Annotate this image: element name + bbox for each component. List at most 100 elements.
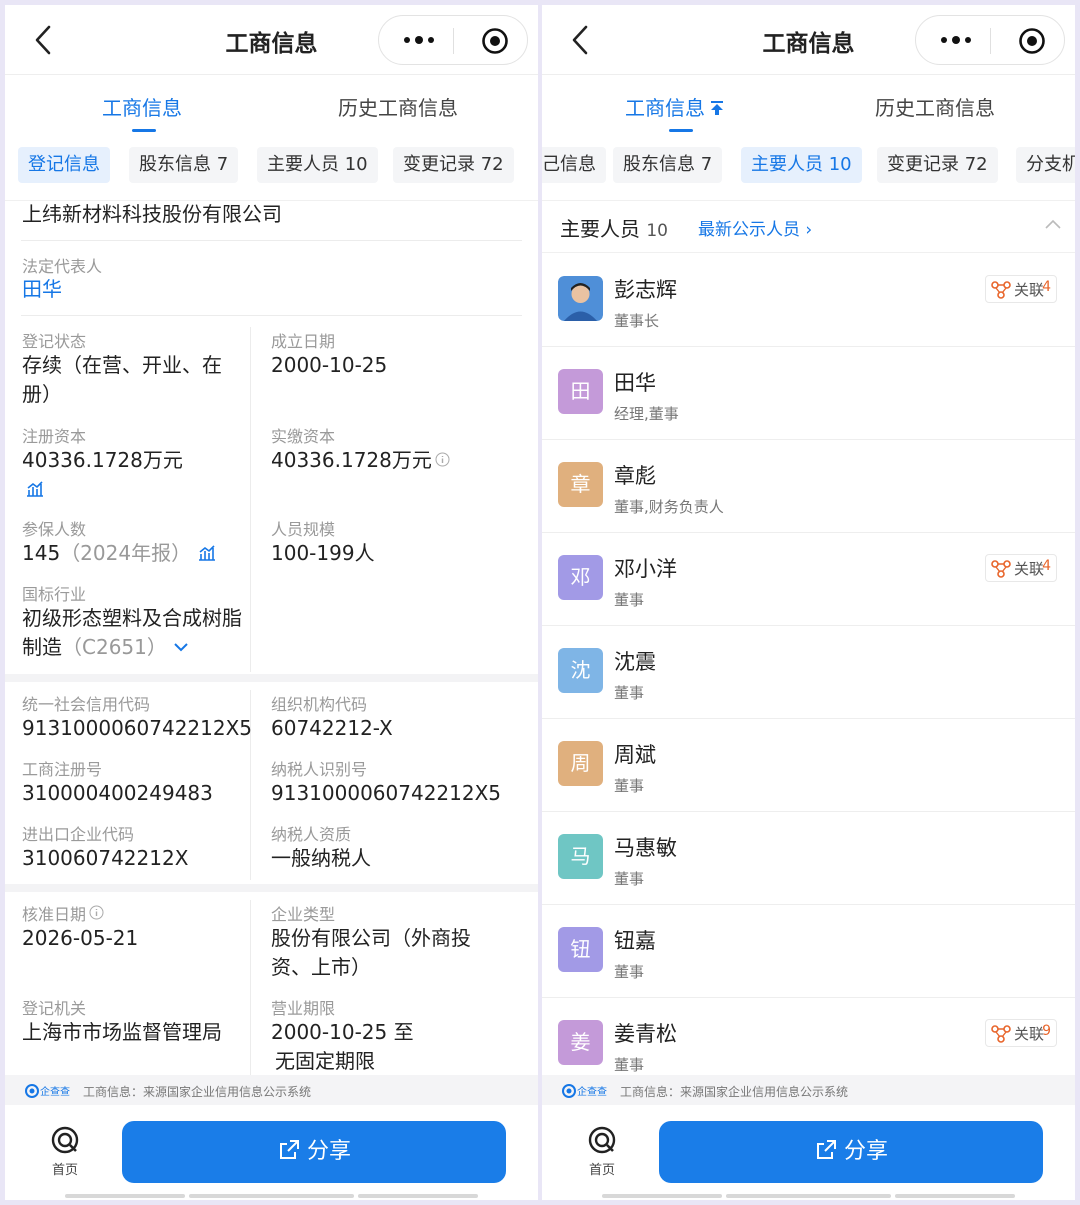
staff-size-label: 人员规模	[271, 520, 336, 539]
close-miniprogram-icon[interactable]	[1018, 27, 1046, 55]
person-name[interactable]: 田华	[614, 367, 656, 397]
chip-registration[interactable]: 登记信息	[18, 147, 110, 183]
scroll-indicator	[189, 1194, 354, 1198]
biz-term-label: 营业期限	[271, 999, 336, 1018]
relation-tag[interactable]: 关联 4	[985, 554, 1057, 582]
trend-chart-icon[interactable]	[197, 544, 217, 562]
sub-tab-chips: 登记信息 股东信息 7 主要人员 10 变更记录 72	[5, 137, 538, 201]
chip-shareholders[interactable]: 股东信息 7	[129, 147, 239, 183]
biz-term-line2: 无固定期限	[275, 1049, 375, 1073]
info-icon[interactable]	[435, 452, 450, 467]
relation-count: 4	[1042, 558, 1051, 574]
name-avatar: 邓	[558, 555, 603, 600]
approval-date-label: 核准日期	[22, 901, 104, 925]
reg-capital-label: 注册资本	[22, 427, 87, 446]
org-code-value: 60742212-X	[271, 716, 393, 740]
person-role: 董事	[614, 591, 645, 609]
home-logo-icon	[588, 1126, 616, 1154]
person-role: 董事长	[614, 312, 660, 330]
right-panel: 工商信息 工商信息 历史工商信息 己信息 股东信息 7 主要人员 10 变更记录…	[542, 5, 1075, 1200]
industry-label: 国标行业	[22, 585, 87, 604]
industry-line2: 制造（C2651）	[22, 633, 189, 662]
share-button[interactable]: 分享	[122, 1121, 506, 1183]
person-role: 董事	[614, 963, 645, 981]
chip-shareholders[interactable]: 股东信息 7	[613, 147, 723, 183]
person-row[interactable]: 周周斌 董事	[542, 719, 1075, 812]
person-name[interactable]: 马惠敏	[614, 832, 677, 862]
person-name[interactable]: 周斌	[614, 739, 656, 769]
qichacha-logo: 企查查	[25, 1084, 70, 1098]
active-tab-indicator	[669, 129, 693, 132]
bottom-bar: 首页 分享	[5, 1105, 538, 1200]
share-button[interactable]: 分享	[659, 1121, 1043, 1183]
data-source-bar: 企查查 工商信息：来源国家企业信用信息公示系统	[5, 1075, 538, 1105]
mini-program-capsule	[378, 15, 528, 65]
chip-key-personnel[interactable]: 主要人员 10	[741, 147, 862, 183]
header: 工商信息	[542, 5, 1075, 75]
credit-code-label: 统一社会信用代码	[22, 695, 151, 714]
person-row[interactable]: 田田华 经理,董事	[542, 347, 1075, 440]
key-personnel-header: 主要人员 10 最新公示人员 ›	[542, 201, 1075, 253]
chevron-down-icon[interactable]	[173, 641, 189, 653]
chip-registration[interactable]: 己信息	[542, 147, 606, 183]
legal-rep-label: 法定代表人	[22, 257, 103, 276]
chip-change-records[interactable]: 变更记录 72	[393, 147, 514, 183]
close-miniprogram-icon[interactable]	[481, 27, 509, 55]
industry-line1: 初级形态塑料及合成树脂	[22, 606, 242, 630]
more-icon[interactable]	[936, 29, 976, 51]
person-row[interactable]: 沈沈震 董事	[542, 626, 1075, 719]
paid-capital-label: 实缴资本	[271, 427, 336, 446]
scroll-indicator	[726, 1194, 891, 1198]
relation-tag[interactable]: 关联 4	[985, 275, 1057, 303]
back-to-top-icon[interactable]	[709, 100, 725, 116]
data-source-bar: 企查查 工商信息：来源国家企业信用信息公示系统	[542, 1075, 1075, 1105]
person-row[interactable]: 章章彪 董事,财务负责人	[542, 440, 1075, 533]
person-name[interactable]: 沈震	[614, 646, 656, 676]
taxpayer-id-value: 9131000060742212X5	[271, 781, 502, 805]
reg-capital-value: 40336.1728万元	[22, 448, 183, 472]
latest-public-personnel-link[interactable]: 最新公示人员 ›	[698, 215, 812, 240]
chevron-up-icon[interactable]	[1043, 217, 1063, 231]
person-name[interactable]: 邓小洋	[614, 553, 677, 583]
person-row[interactable]: 马马惠敏 董事	[542, 812, 1075, 905]
chip-key-personnel[interactable]: 主要人员 10	[257, 147, 378, 183]
column-divider	[250, 900, 251, 1075]
company-name: 上纬新材料科技股份有限公司	[22, 202, 282, 226]
scroll-indicator	[65, 1194, 185, 1198]
person-name[interactable]: 钮嘉	[614, 925, 656, 955]
reg-status-line1: 存续（在营、开业、在	[22, 353, 222, 377]
chip-change-records[interactable]: 变更记录 72	[877, 147, 998, 183]
biz-reg-no-value: 310000400249483	[22, 781, 213, 805]
divider	[21, 240, 522, 241]
home-button[interactable]: 首页	[580, 1125, 624, 1178]
person-row[interactable]: 钮钮嘉 董事	[542, 905, 1075, 998]
person-name[interactable]: 姜青松	[614, 1018, 677, 1048]
relation-tag[interactable]: 关联 9	[985, 1019, 1057, 1047]
share-icon	[816, 1140, 836, 1159]
home-label: 首页	[51, 1163, 78, 1178]
home-label: 首页	[588, 1163, 615, 1178]
trend-chart-icon[interactable]	[25, 480, 45, 498]
info-icon[interactable]	[89, 905, 104, 920]
relation-tag-label: 关联	[1014, 281, 1045, 299]
person-role: 董事	[614, 870, 645, 888]
person-row[interactable]: 彭志辉董事长 关联 4	[542, 254, 1075, 347]
capsule-divider	[990, 28, 991, 54]
company-type-line2: 资、上市）	[271, 955, 371, 979]
legal-rep-link[interactable]: 田华	[22, 275, 62, 304]
tab-business-info[interactable]: 工商信息	[102, 92, 182, 121]
home-button[interactable]: 首页	[43, 1125, 87, 1178]
more-icon[interactable]	[399, 29, 439, 51]
insured-label: 参保人数	[22, 520, 87, 539]
tab-business-info[interactable]: 工商信息	[625, 92, 725, 121]
person-name[interactable]: 彭志辉	[614, 274, 677, 304]
person-name[interactable]: 章彪	[614, 460, 656, 490]
company-type-label: 企业类型	[271, 905, 336, 924]
tab-history-business-info[interactable]: 历史工商信息	[338, 92, 458, 121]
chip-branches[interactable]: 分支机	[1016, 147, 1075, 183]
person-role: 董事,财务负责人	[614, 498, 724, 516]
tab-history-business-info[interactable]: 历史工商信息	[875, 92, 995, 121]
person-row[interactable]: 邓邓小洋董事 关联 4	[542, 533, 1075, 626]
header: 工商信息	[5, 5, 538, 75]
name-avatar: 沈	[558, 648, 603, 693]
